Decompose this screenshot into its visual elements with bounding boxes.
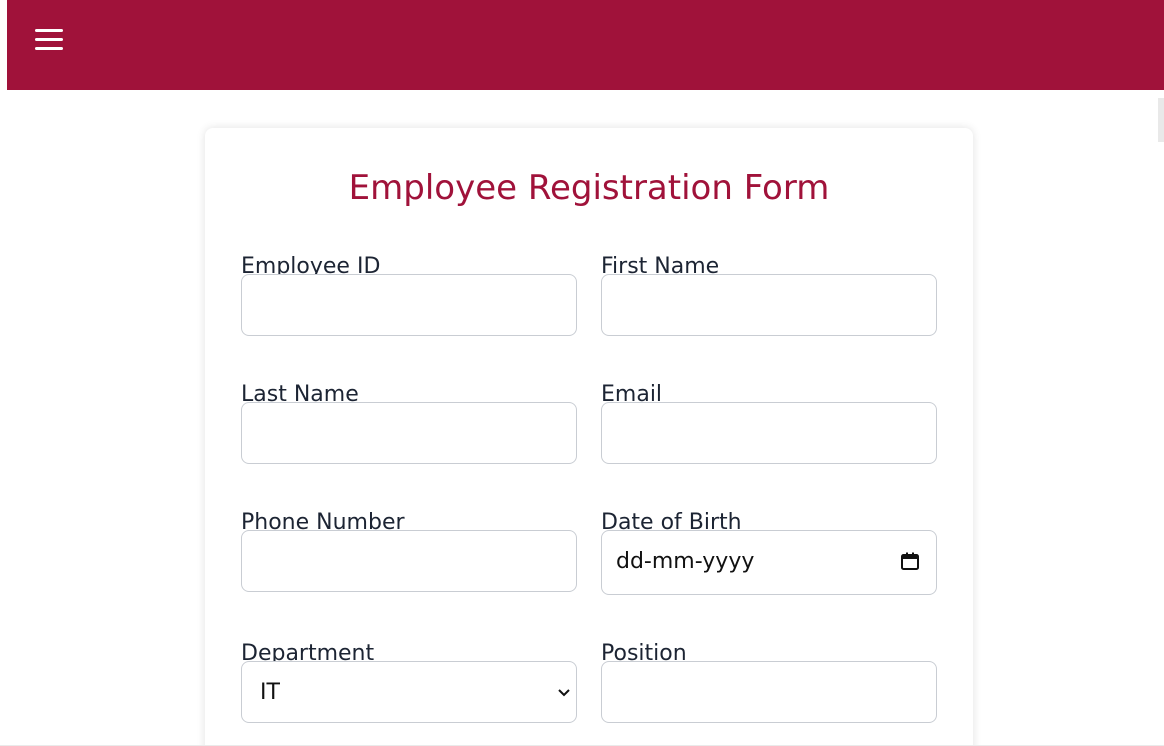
department-select[interactable]: IT — [241, 661, 577, 723]
menu-line-middle — [35, 38, 63, 41]
first-name-field: First Name — [601, 252, 937, 336]
date-of-birth-input[interactable]: dd-mm-yyyy — [601, 530, 937, 595]
position-field: Position — [601, 639, 937, 723]
form-title: Employee Registration Form — [348, 168, 830, 208]
calendar-icon[interactable] — [900, 551, 920, 571]
first-name-input[interactable] — [601, 274, 937, 336]
chevron-down-icon — [558, 689, 570, 697]
date-placeholder: dd-mm-yyyy — [616, 549, 755, 574]
top-navigation-bar — [7, 0, 1164, 90]
employee-id-field: Employee ID — [241, 252, 577, 336]
department-selected-value: IT — [260, 680, 280, 705]
phone-number-field: Phone Number — [241, 508, 577, 592]
employee-registration-page: Employee Registration Form Employee ID F… — [0, 0, 1164, 746]
hamburger-menu-icon[interactable] — [31, 24, 67, 56]
menu-line-top — [35, 29, 63, 32]
last-name-field: Last Name — [241, 380, 577, 464]
last-name-input[interactable] — [241, 402, 577, 464]
email-input[interactable] — [601, 402, 937, 464]
date-of-birth-field: Date of Birth dd-mm-yyyy — [601, 508, 937, 595]
registration-form-card: Employee Registration Form Employee ID F… — [205, 128, 973, 746]
phone-number-input[interactable] — [241, 530, 577, 592]
menu-line-bottom — [35, 47, 63, 50]
email-field: Email — [601, 380, 937, 464]
position-input[interactable] — [601, 661, 937, 723]
department-field: Department IT — [241, 639, 577, 723]
page-scrollbar[interactable] — [1158, 98, 1164, 142]
employee-id-input[interactable] — [241, 274, 577, 336]
